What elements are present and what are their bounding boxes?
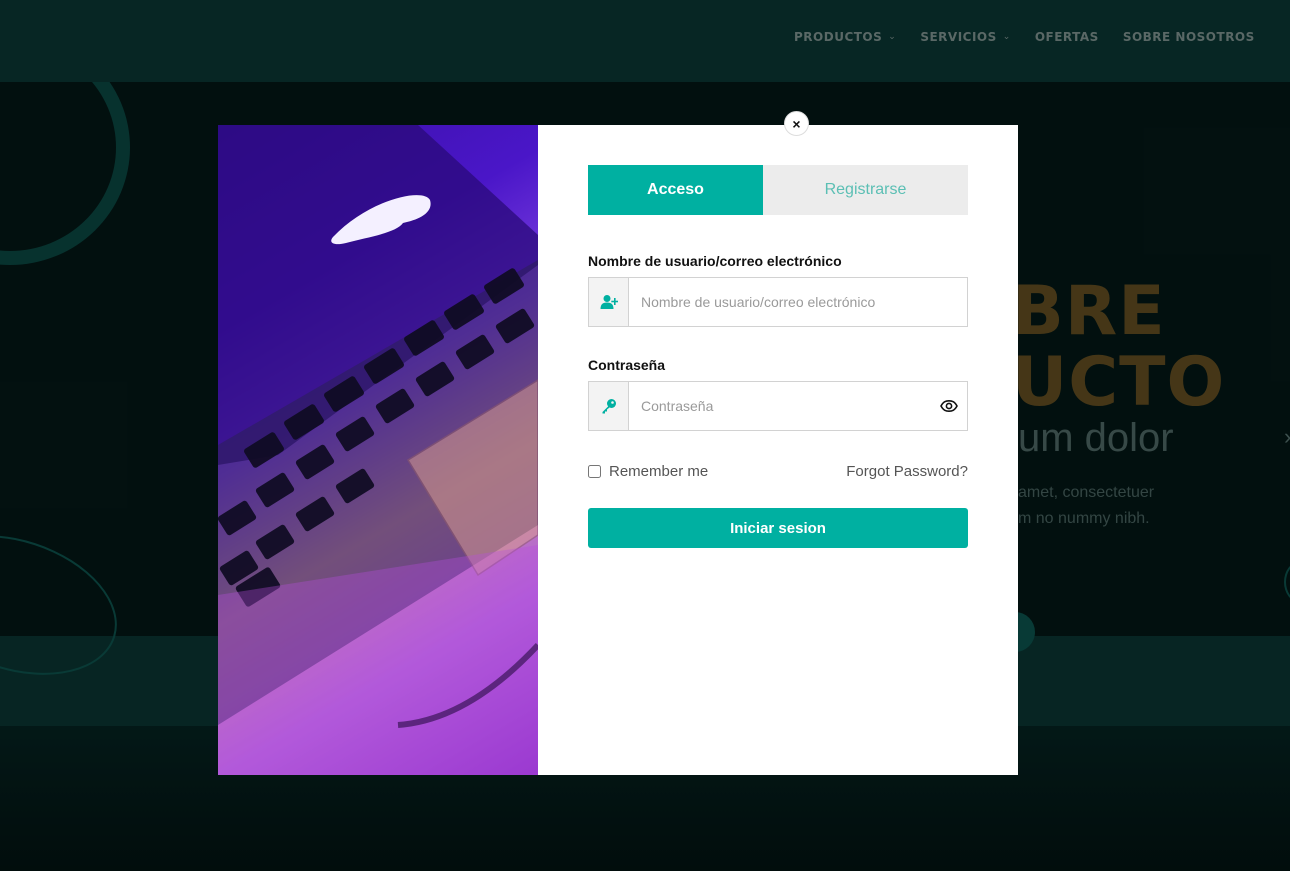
password-label: Contraseña (588, 357, 666, 373)
user-plus-icon (589, 278, 629, 326)
auth-tabs: Acceso Registrarse (588, 165, 968, 215)
forgot-password-link[interactable]: Forgot Password? (846, 463, 968, 480)
close-icon[interactable]: × (784, 111, 809, 136)
laptop-illustration (218, 125, 538, 775)
eye-icon[interactable] (931, 382, 967, 430)
login-options-row: Remember me Forgot Password? (588, 463, 968, 480)
login-modal: Acceso Registrarse Nombre de usuario/cor… (218, 125, 1018, 775)
username-label: Nombre de usuario/correo electrónico (588, 253, 842, 269)
tab-register[interactable]: Registrarse (763, 165, 968, 215)
login-form: Acceso Registrarse Nombre de usuario/cor… (538, 125, 1018, 775)
remember-me-checkbox[interactable] (588, 465, 601, 478)
tab-login[interactable]: Acceso (588, 165, 763, 215)
username-field-group (588, 277, 968, 327)
password-input[interactable] (629, 382, 931, 430)
username-input[interactable] (629, 278, 967, 326)
login-submit-button[interactable]: Iniciar sesion (588, 508, 968, 548)
remember-me[interactable]: Remember me (588, 463, 708, 480)
laptop-image (218, 125, 538, 775)
key-icon (589, 382, 629, 430)
password-field-group (588, 381, 968, 431)
remember-me-label: Remember me (609, 463, 709, 480)
